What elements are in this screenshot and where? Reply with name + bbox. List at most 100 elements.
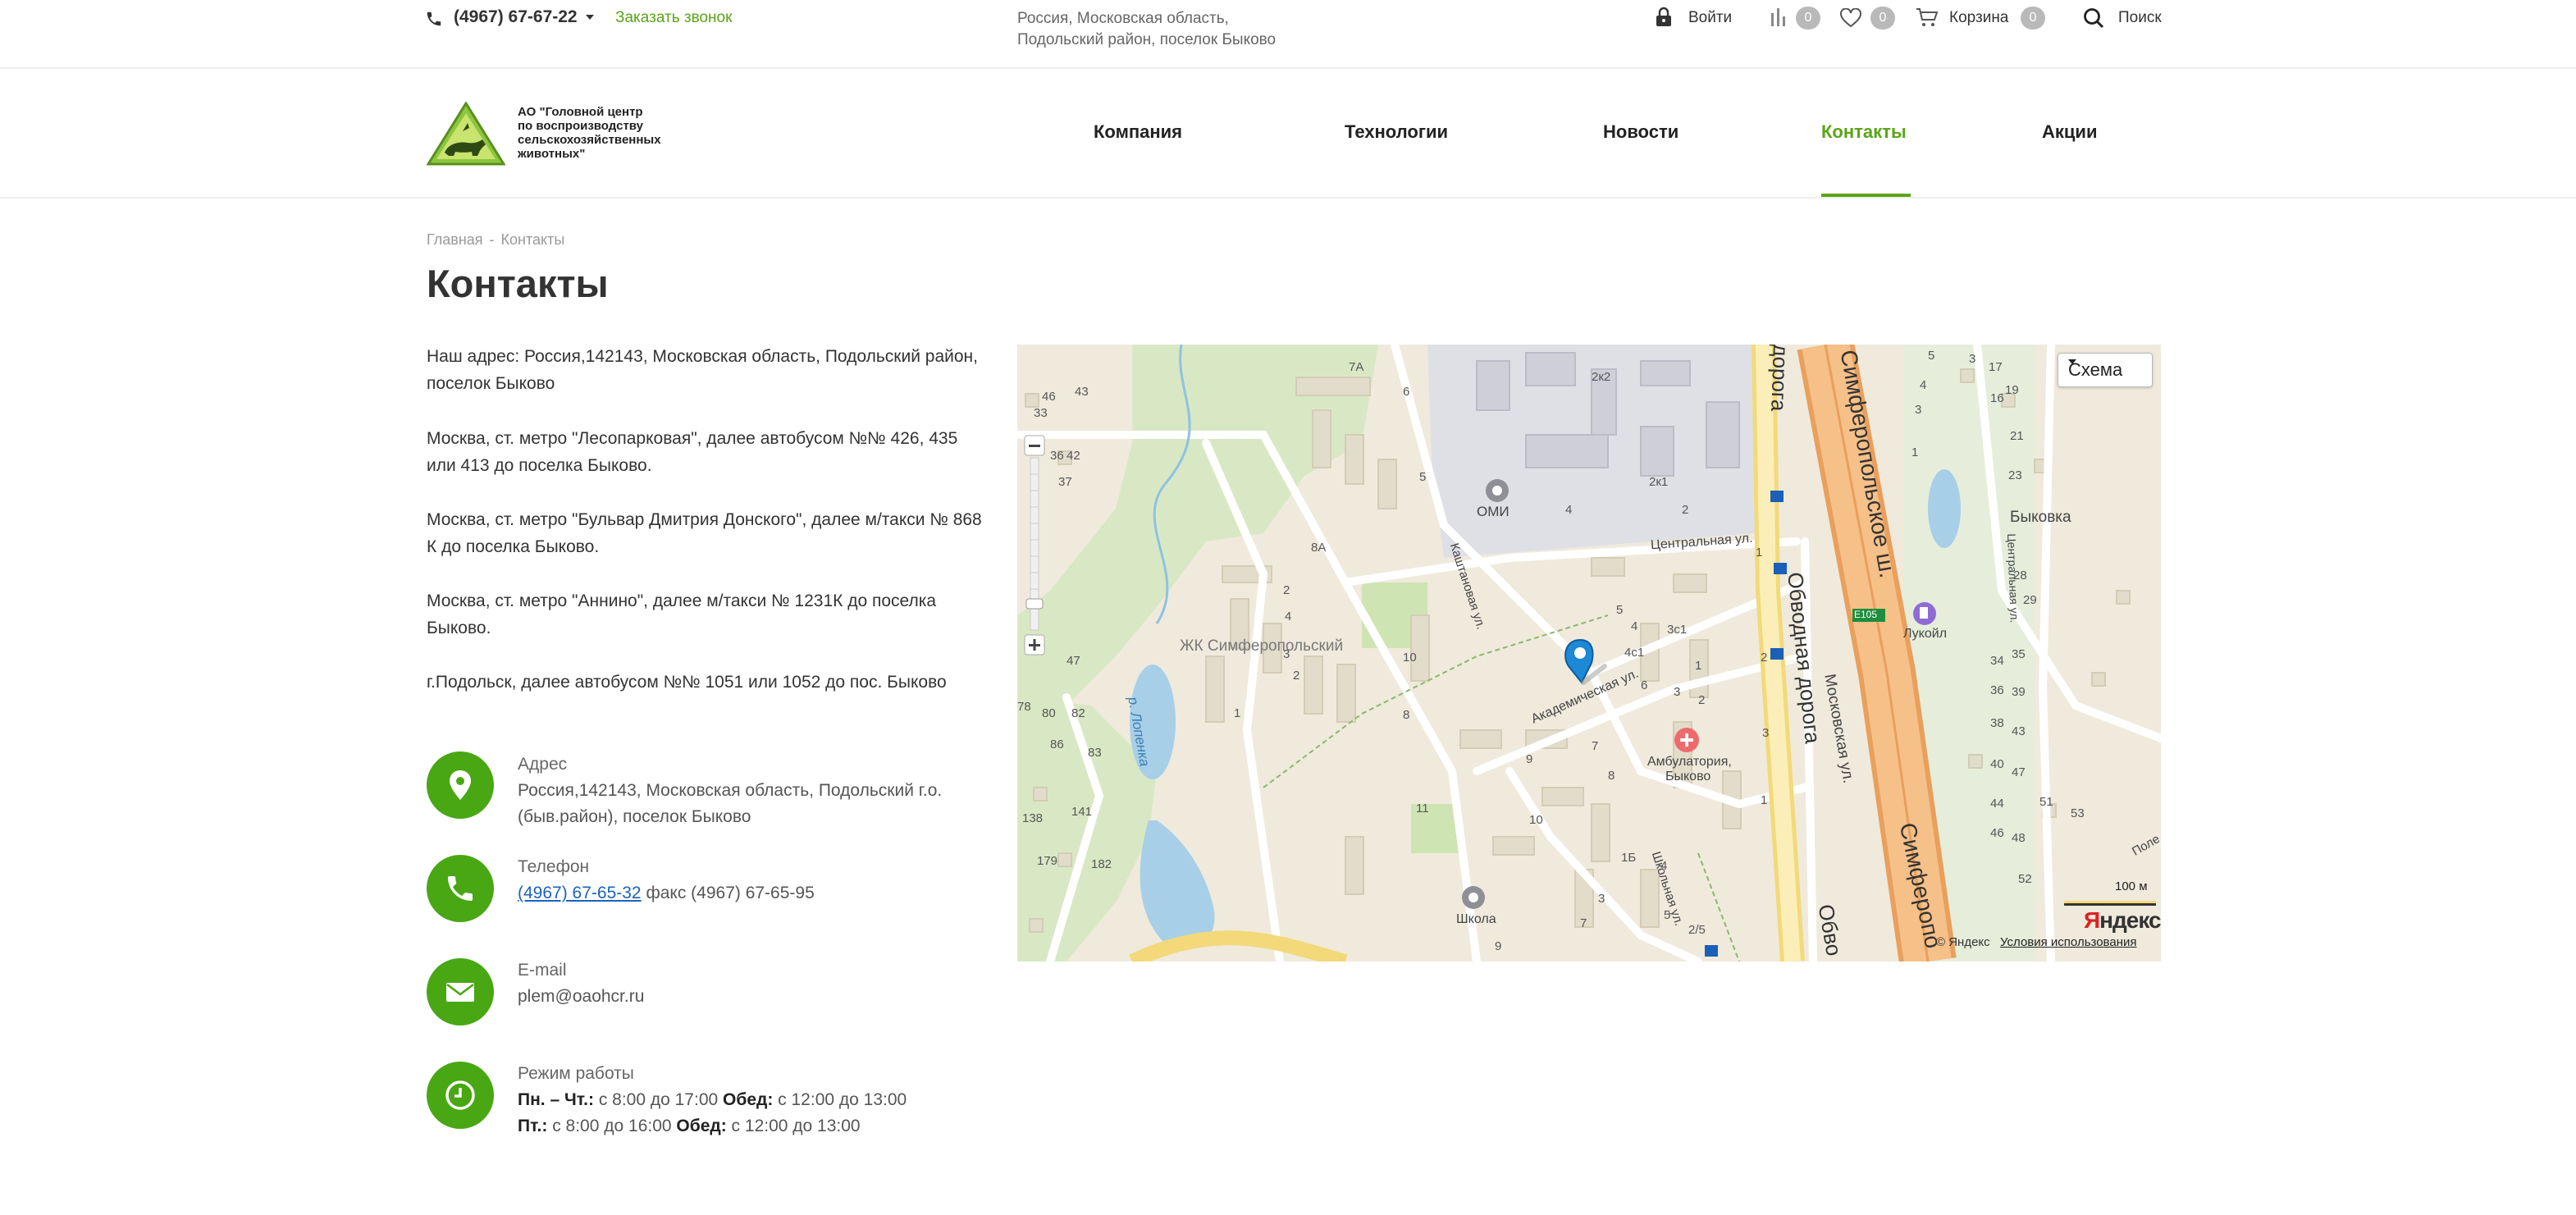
svg-text:53: 53 <box>2071 806 2085 820</box>
svg-text:48: 48 <box>2012 831 2026 845</box>
svg-text:29: 29 <box>2023 593 2037 607</box>
breadcrumb-current: Контакты <box>500 231 565 248</box>
svg-text:4: 4 <box>1285 610 1291 623</box>
nav-item-news[interactable]: Новости <box>1603 121 1679 143</box>
svg-text:1: 1 <box>1911 445 1918 459</box>
heart-icon[interactable] <box>1840 8 1861 28</box>
svg-text:3с1: 3с1 <box>1667 623 1687 637</box>
search-link[interactable]: Поиск <box>2118 9 2162 27</box>
svg-text:8: 8 <box>1608 769 1615 783</box>
phone-link[interactable]: (4967) 67-65-32 <box>518 884 642 902</box>
map-label: Школа <box>1456 912 1496 926</box>
svg-text:82: 82 <box>1071 706 1085 720</box>
svg-text:52: 52 <box>2018 872 2032 886</box>
svg-text:16: 16 <box>1990 391 2004 405</box>
svg-text:4: 4 <box>1565 503 1572 517</box>
map-label: E105 <box>1854 609 1878 620</box>
nav-item-promotions[interactable]: Акции <box>2042 121 2097 143</box>
cart-count-badge: 0 <box>2021 7 2045 30</box>
svg-text:86: 86 <box>1050 738 1064 751</box>
svg-text:17: 17 <box>1989 360 2003 374</box>
address-label: Адрес <box>518 755 568 774</box>
map-scale: 100 м <box>2115 879 2148 893</box>
svg-text:8А: 8А <box>1311 541 1326 555</box>
svg-text:1: 1 <box>1761 793 1767 807</box>
svg-text:6: 6 <box>1641 678 1647 692</box>
svg-text:3: 3 <box>1762 726 1769 740</box>
nav-item-contacts[interactable]: Контакты <box>1821 121 1907 143</box>
svg-text:7А: 7А <box>1349 360 1363 374</box>
directions-paragraph: Москва, ст. метро "Бульвар Дмитрия Донск… <box>427 510 982 556</box>
svg-text:19: 19 <box>2005 383 2019 397</box>
hours-row: Пн. – Чт.: с 8:00 до 17:00 Обед: с 12:00… <box>518 1090 907 1109</box>
svg-text:80: 80 <box>1042 706 1056 720</box>
cart-icon[interactable] <box>1916 7 1939 28</box>
svg-text:37: 37 <box>1058 475 1072 489</box>
login-link[interactable]: Войти <box>1688 9 1732 27</box>
svg-text:4с1: 4с1 <box>1624 646 1644 660</box>
svg-text:4: 4 <box>1920 378 1926 392</box>
top-phone-number[interactable]: (4967) 67-67-22 <box>454 7 578 27</box>
cart-link[interactable]: Корзина <box>1949 9 2008 27</box>
page-title: Контакты <box>427 262 609 305</box>
phone-icon <box>448 876 473 901</box>
svg-text:46: 46 <box>1990 826 2004 840</box>
svg-text:34: 34 <box>1990 654 2004 668</box>
svg-text:10: 10 <box>1529 813 1543 827</box>
email-label: E-mail <box>518 961 567 980</box>
svg-text:5: 5 <box>1928 349 1934 363</box>
svg-text:33: 33 <box>1034 406 1048 420</box>
svg-text:2к2: 2к2 <box>1592 370 1610 384</box>
hours-label: Режим работы <box>518 1064 634 1083</box>
logo-text[interactable]: АО "Головной центр по воспроизводству се… <box>518 105 682 161</box>
svg-text:21: 21 <box>2010 429 2024 443</box>
lock-icon[interactable] <box>1655 7 1673 28</box>
svg-text:9: 9 <box>1495 939 1501 953</box>
zoom-control[interactable] <box>1024 435 1045 665</box>
map-label: Быковка <box>2010 509 2071 526</box>
compare-icon[interactable] <box>1770 7 1789 28</box>
email-value[interactable]: plem@oaohcr.ru <box>518 984 1010 1010</box>
callback-link[interactable]: Заказать звонок <box>615 9 732 27</box>
map-type-dropdown[interactable]: Схема <box>2058 353 2153 387</box>
map-label: ОМИ <box>1477 504 1510 519</box>
svg-text:2: 2 <box>1283 583 1290 597</box>
svg-text:47: 47 <box>2012 765 2026 779</box>
svg-text:2: 2 <box>1698 693 1705 707</box>
favorites-count-badge: 0 <box>1870 7 1895 30</box>
svg-text:1: 1 <box>1695 659 1701 673</box>
svg-text:78: 78 <box>1017 700 1031 714</box>
search-icon[interactable] <box>2082 7 2105 30</box>
map-label: Лукойл <box>1903 627 1948 641</box>
yandex-logo[interactable]: Яндекс <box>2084 907 2161 934</box>
breadcrumb-home[interactable]: Главная <box>427 231 483 248</box>
svg-text:38: 38 <box>1990 716 2004 730</box>
yandex-map[interactable]: 46 43 33 42 36 37 47 78 80 82 86 83 138 141 179 182… <box>1017 345 2161 961</box>
svg-text:2к1: 2к1 <box>1649 475 1668 489</box>
svg-text:5: 5 <box>1616 603 1623 617</box>
nav-item-company[interactable]: Компания <box>1094 121 1182 143</box>
svg-text:23: 23 <box>2008 468 2022 482</box>
map-label: Быково <box>1665 770 1711 783</box>
svg-text:11: 11 <box>1416 802 1429 815</box>
map-terms-link[interactable]: Условия использования <box>2000 935 2137 949</box>
svg-text:2: 2 <box>1761 651 1767 665</box>
directions-paragraph: Наш адрес: Россия,142143, Московская обл… <box>427 347 978 393</box>
svg-text:1: 1 <box>1756 546 1762 560</box>
svg-text:8: 8 <box>1403 708 1409 722</box>
svg-text:141: 141 <box>1071 805 1092 819</box>
email-badge <box>427 958 494 1025</box>
logo-icon[interactable] <box>427 102 505 166</box>
envelope-icon <box>446 983 474 1002</box>
svg-text:2: 2 <box>1293 669 1299 683</box>
svg-text:39: 39 <box>2012 685 2026 699</box>
svg-text:43: 43 <box>1075 385 1089 399</box>
svg-text:2: 2 <box>1682 503 1688 517</box>
svg-text:3: 3 <box>1915 403 1921 417</box>
nav-item-technologies[interactable]: Технологии <box>1345 121 1448 143</box>
map-label: дорога <box>1766 345 1793 412</box>
svg-text:5: 5 <box>1419 470 1426 484</box>
chevron-down-icon[interactable] <box>586 15 594 20</box>
svg-text:7: 7 <box>1592 739 1598 753</box>
svg-text:182: 182 <box>1091 857 1112 871</box>
